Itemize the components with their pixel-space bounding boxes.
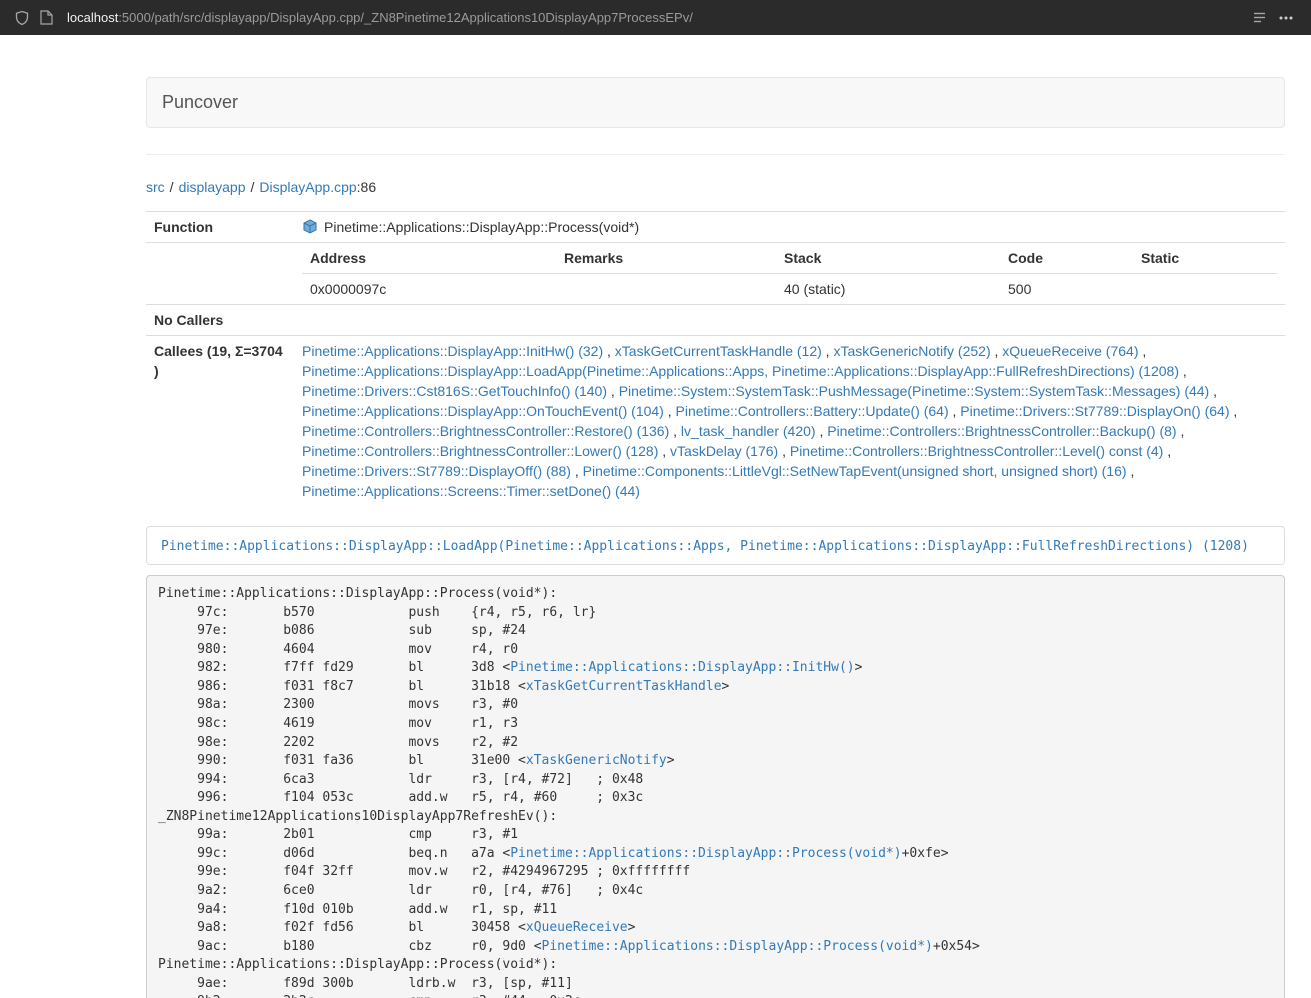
- largest-callee-link[interactable]: Pinetime::Applications::DisplayApp::Load…: [161, 539, 1249, 554]
- stats-value-stack: 40 (static): [776, 274, 1000, 300]
- callee-separator: ,: [1179, 363, 1187, 379]
- callee-separator: ,: [1127, 463, 1135, 479]
- no-callers-cell: [294, 305, 1285, 336]
- callees-row: Callees (19, Σ=3704 ) Pinetime::Applicat…: [146, 336, 1285, 507]
- disasm-symbol-link[interactable]: xTaskGenericNotify: [526, 753, 667, 768]
- breadcrumb-separator: /: [251, 179, 255, 195]
- callee-separator: ,: [991, 343, 1003, 359]
- disasm-symbol-link[interactable]: Pinetime::Applications::DisplayApp::Init…: [510, 660, 854, 675]
- callee-link[interactable]: Pinetime::Drivers::St7789::DisplayOff() …: [302, 463, 571, 479]
- browser-chrome: localhost:5000/path/src/displayapp/Displ…: [0, 0, 1311, 35]
- callee-separator: ,: [1163, 443, 1171, 459]
- callee-link[interactable]: Pinetime::Applications::DisplayApp::Load…: [302, 363, 1179, 379]
- stats-row-label: [146, 243, 294, 305]
- callees-cell: Pinetime::Applications::DisplayApp::Init…: [294, 336, 1285, 507]
- callee-separator: ,: [949, 403, 961, 419]
- callee-separator: ,: [603, 343, 615, 359]
- navbar: Puncover: [146, 77, 1285, 128]
- function-cell: Pinetime::Applications::DisplayApp::Proc…: [294, 212, 1285, 243]
- url-bar[interactable]: localhost:5000/path/src/displayapp/Displ…: [67, 10, 1252, 25]
- stats-table: Address Remarks Stack Code Static 0x0000…: [302, 248, 1277, 299]
- callee-link[interactable]: Pinetime::Drivers::St7789::DisplayOn() (…: [960, 403, 1229, 419]
- page-info-icon[interactable]: [40, 10, 53, 25]
- callee-separator: ,: [1177, 423, 1185, 439]
- no-callers-label: No Callers: [146, 305, 294, 336]
- stats-header-remarks: Remarks: [556, 248, 776, 274]
- stats-value-address: 0x0000097c: [302, 274, 556, 300]
- callee-separator: ,: [669, 423, 681, 439]
- callees-label: Callees (19, Σ=3704 ): [146, 336, 294, 507]
- breadcrumb-src[interactable]: src: [146, 179, 165, 195]
- breadcrumb: src/displayapp/DisplayApp.cpp:86: [146, 177, 1285, 197]
- shield-icon[interactable]: [14, 10, 30, 26]
- callee-link[interactable]: Pinetime::Components::LittleVgl::SetNewT…: [583, 463, 1127, 479]
- callee-separator: ,: [658, 443, 670, 459]
- callee-separator: ,: [607, 383, 619, 399]
- callee-link[interactable]: xTaskGetCurrentTaskHandle (12): [615, 343, 822, 359]
- function-table: Function Pinetime::Applications::Display…: [146, 211, 1285, 506]
- callee-separator: ,: [778, 443, 790, 459]
- callee-separator: ,: [816, 423, 828, 439]
- callee-separator: ,: [571, 463, 583, 479]
- callee-separator: ,: [664, 403, 676, 419]
- no-callers-row: No Callers: [146, 305, 1285, 336]
- stats-value-row: 0x0000097c 40 (static) 500: [302, 274, 1277, 300]
- disasm-symbol-link[interactable]: Pinetime::Applications::DisplayApp::Proc…: [542, 939, 933, 954]
- breadcrumb-file[interactable]: DisplayApp.cpp: [259, 179, 356, 195]
- stats-header-row: Address Remarks Stack Code Static: [302, 248, 1277, 274]
- function-label: Function: [146, 212, 294, 243]
- disassembly: Pinetime::Applications::DisplayApp::Proc…: [146, 575, 1285, 998]
- stats-value-static: [1133, 274, 1277, 300]
- stats-value-code: 500: [1000, 274, 1133, 300]
- stats-header-address: Address: [302, 248, 556, 274]
- callee-link[interactable]: Pinetime::Applications::Screens::Timer::…: [302, 483, 640, 499]
- callee-link[interactable]: Pinetime::System::SystemTask::PushMessag…: [619, 383, 1210, 399]
- stats-value-remarks: [556, 274, 776, 300]
- disasm-symbol-link[interactable]: xTaskGetCurrentTaskHandle: [526, 679, 722, 694]
- function-row: Function Pinetime::Applications::Display…: [146, 212, 1285, 243]
- reader-view-icon[interactable]: [1252, 10, 1267, 25]
- stats-header-stack: Stack: [776, 248, 1000, 274]
- more-menu-icon[interactable]: [1277, 10, 1295, 26]
- stats-header-code: Code: [1000, 248, 1133, 274]
- callee-separator: ,: [1209, 383, 1217, 399]
- url-path: :5000/path/src/displayapp/DisplayApp.cpp…: [118, 10, 693, 25]
- callee-link[interactable]: xQueueReceive (764): [1002, 343, 1138, 359]
- largest-callee-panel: Pinetime::Applications::DisplayApp::Load…: [146, 526, 1285, 565]
- function-icon: [302, 219, 318, 235]
- url-host: localhost: [67, 10, 118, 25]
- disasm-symbol-link[interactable]: xQueueReceive: [526, 920, 628, 935]
- divider: [146, 154, 1285, 155]
- page-container: Puncover src/displayapp/DisplayApp.cpp:8…: [146, 35, 1285, 998]
- callee-link[interactable]: Pinetime::Controllers::BrightnessControl…: [302, 423, 669, 439]
- callee-link[interactable]: Pinetime::Controllers::BrightnessControl…: [302, 443, 658, 459]
- disasm-symbol-link[interactable]: Pinetime::Applications::DisplayApp::Proc…: [510, 846, 901, 861]
- callee-link[interactable]: vTaskDelay (176): [670, 443, 778, 459]
- callee-link[interactable]: Pinetime::Controllers::BrightnessControl…: [827, 423, 1176, 439]
- app-brand[interactable]: Puncover: [162, 92, 238, 113]
- breadcrumb-separator: /: [170, 179, 174, 195]
- callee-link[interactable]: Pinetime::Controllers::Battery::Update()…: [676, 403, 949, 419]
- callee-separator: ,: [1138, 343, 1146, 359]
- function-name: Pinetime::Applications::DisplayApp::Proc…: [324, 219, 639, 235]
- breadcrumb-displayapp[interactable]: displayapp: [179, 179, 246, 195]
- callee-link[interactable]: lv_task_handler (420): [681, 423, 816, 439]
- callee-link[interactable]: Pinetime::Applications::DisplayApp::Init…: [302, 343, 603, 359]
- callee-link[interactable]: Pinetime::Applications::DisplayApp::OnTo…: [302, 403, 664, 419]
- callee-link[interactable]: xTaskGenericNotify (252): [833, 343, 990, 359]
- callee-link[interactable]: Pinetime::Drivers::Cst816S::GetTouchInfo…: [302, 383, 607, 399]
- callee-link[interactable]: Pinetime::Controllers::BrightnessControl…: [790, 443, 1163, 459]
- breadcrumb-line-number: :86: [357, 179, 376, 195]
- callee-separator: ,: [822, 343, 834, 359]
- callee-separator: ,: [1230, 403, 1238, 419]
- stats-header-static: Static: [1133, 248, 1277, 274]
- stats-row: Address Remarks Stack Code Static 0x0000…: [146, 243, 1285, 305]
